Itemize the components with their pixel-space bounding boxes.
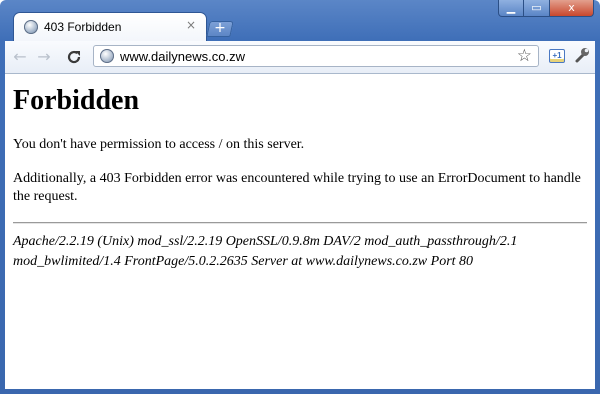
server-signature-line-1: Apache/2.2.19 (Unix) mod_ssl/2.2.19 Open…: [13, 234, 518, 249]
window-controls: ▁ ▭ x: [498, 0, 594, 18]
tab-title: 403 Forbidden: [44, 20, 122, 34]
maximize-button[interactable]: ▭: [524, 0, 550, 17]
server-signature-line-2: mod_bwlimited/1.4 FrontPage/5.0.2.2635 S…: [13, 254, 474, 269]
globe-icon: [100, 49, 114, 63]
minimize-button[interactable]: ▁: [498, 0, 524, 17]
browser-toolbar: ← → www.dailynews.co.zw ☆ +1: [5, 41, 595, 74]
browser-window: 403 Forbidden × + ▁ ▭ x ← → www.dailynew…: [0, 0, 600, 394]
page-content: Forbidden You don't have permission to a…: [5, 74, 595, 389]
page-heading: Forbidden: [13, 85, 140, 116]
tab-close-icon[interactable]: ×: [186, 18, 196, 32]
tab-403-forbidden[interactable]: 403 Forbidden ×: [14, 13, 206, 41]
globe-icon: [24, 20, 38, 34]
back-arrow-icon[interactable]: ←: [11, 48, 29, 66]
divider: [13, 222, 587, 224]
plus-icon: +: [214, 20, 226, 36]
bookmark-star-icon[interactable]: ☆: [517, 46, 532, 66]
wrench-menu-icon[interactable]: [573, 46, 591, 69]
plus-one-extension-button[interactable]: +1: [549, 49, 565, 63]
new-tab-button[interactable]: +: [206, 20, 234, 37]
window-bottom-border: [0, 389, 600, 394]
forward-arrow-icon[interactable]: →: [35, 48, 53, 66]
close-window-button[interactable]: x: [550, 0, 594, 17]
error-document-message: Additionally, a 403 Forbidden error was …: [13, 171, 581, 204]
address-bar[interactable]: www.dailynews.co.zw ☆: [93, 45, 539, 67]
tab-strip: 403 Forbidden × + ▁ ▭ x: [0, 0, 600, 41]
reload-icon[interactable]: [65, 48, 83, 66]
server-signature: Apache/2.2.19 (Unix) mod_ssl/2.2.19 Open…: [13, 232, 587, 272]
permission-message: You don't have permission to access / on…: [13, 137, 305, 152]
url-text[interactable]: www.dailynews.co.zw: [120, 49, 245, 64]
